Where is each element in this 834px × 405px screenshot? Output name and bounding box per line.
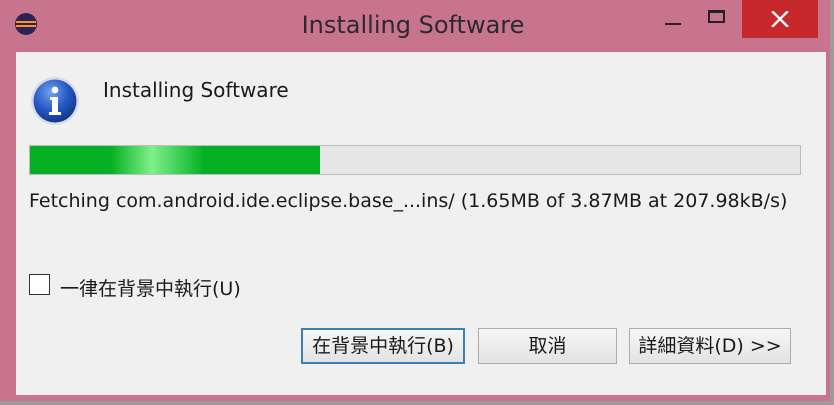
always-background-label[interactable]: 一律在背景中執行(U)	[60, 274, 241, 301]
maximize-icon	[708, 10, 725, 23]
maximize-button[interactable]	[696, 0, 742, 38]
details-button[interactable]: 詳細資料(D) >>	[629, 328, 791, 364]
progress-fill	[30, 146, 320, 174]
run-in-background-button[interactable]: 在背景中執行(B)	[301, 328, 465, 364]
close-icon	[771, 11, 789, 27]
dialog-content: Installing Software Fetching com.android…	[16, 52, 826, 395]
dialog-heading: Installing Software	[103, 78, 289, 102]
cancel-button[interactable]: 取消	[478, 328, 617, 364]
close-button[interactable]	[742, 0, 818, 38]
minimize-icon	[665, 23, 681, 25]
title-bar[interactable]: Installing Software	[0, 0, 826, 50]
always-background-checkbox[interactable]	[29, 274, 50, 295]
progress-status-text: Fetching com.android.ide.eclipse.base_..…	[29, 190, 788, 212]
progress-bar	[29, 145, 801, 175]
installer-window: Installing Software Installing Software …	[0, 0, 834, 405]
info-icon	[31, 77, 79, 125]
minimize-button[interactable]	[650, 0, 696, 38]
